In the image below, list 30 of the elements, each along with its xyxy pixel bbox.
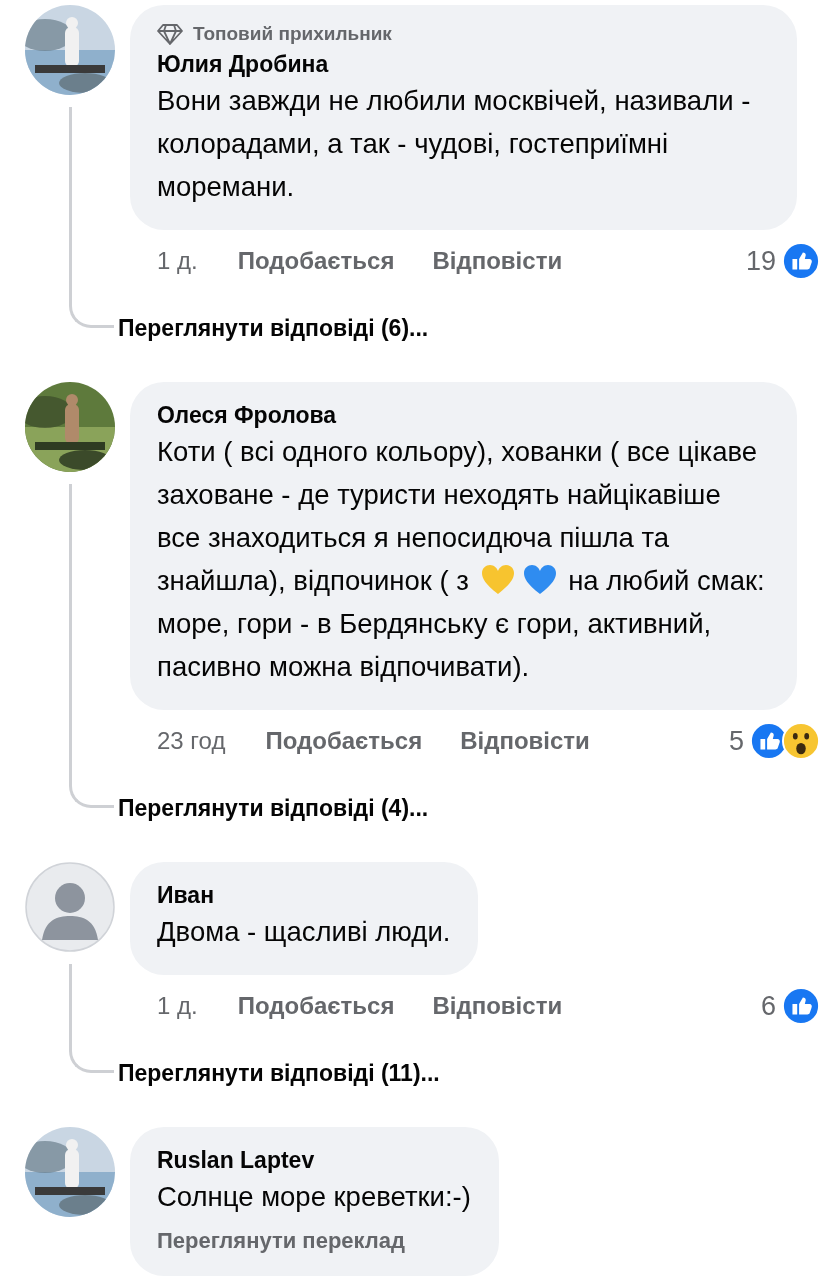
author-name[interactable]: Иван (157, 880, 215, 910)
author-name[interactable]: Олеся Фролова (157, 400, 337, 430)
like-link[interactable]: Подобається (265, 727, 423, 755)
comment-text: Коти ( всі одного кольору), хованки ( все цікаве заховане - де туристи неходять найцікавіше все знаходиться я непосидюча пішла та знайшла), відпочинок ( з на любий смак: море, гори - в Бердянську є гори, активний, пасивно можна відпочивати). (157, 435, 766, 684)
like-reaction-icon (782, 242, 820, 280)
view-replies-link[interactable]: Переглянути відповіді (4)... (118, 788, 429, 828)
reply-link[interactable]: Відповісти (432, 247, 563, 275)
timestamp: 1 д. (157, 247, 198, 275)
author-name[interactable]: Юлия Дробина (157, 49, 329, 79)
comment-text: Солнце море креветки:-) (157, 1180, 471, 1214)
like-link[interactable]: Подобається (237, 247, 395, 275)
like-link[interactable]: Подобається (237, 992, 395, 1020)
reply-link[interactable]: Відповісти (432, 992, 563, 1020)
comment-text: Двома - щасливі люди. (157, 915, 451, 949)
diamond-icon (157, 23, 183, 45)
author-name[interactable]: Ruslan Laptev (157, 1145, 315, 1175)
like-reaction-icon (782, 987, 820, 1025)
comment-text: Вони завжди не любили москвічей, називали - колорадами, а так - чудові, гостеприїмні моремани. (157, 84, 752, 204)
reaction-count: 5 (728, 725, 744, 757)
wow-reaction-icon (782, 722, 820, 760)
person-icon (25, 862, 115, 952)
badge-label: Топовий прихильник (193, 23, 392, 45)
reaction-count: 19 (745, 245, 776, 277)
reaction-count: 6 (760, 990, 776, 1022)
view-replies-link[interactable]: Переглянути відповіді (6)... (118, 308, 429, 348)
timestamp: 23 год (157, 727, 226, 755)
translate-link[interactable]: Переглянути переклад (157, 1228, 405, 1254)
reply-link[interactable]: Відповісти (460, 727, 590, 755)
view-replies-link[interactable]: Переглянути відповіді (11)... (118, 1053, 440, 1093)
timestamp: 1 д. (157, 992, 198, 1020)
